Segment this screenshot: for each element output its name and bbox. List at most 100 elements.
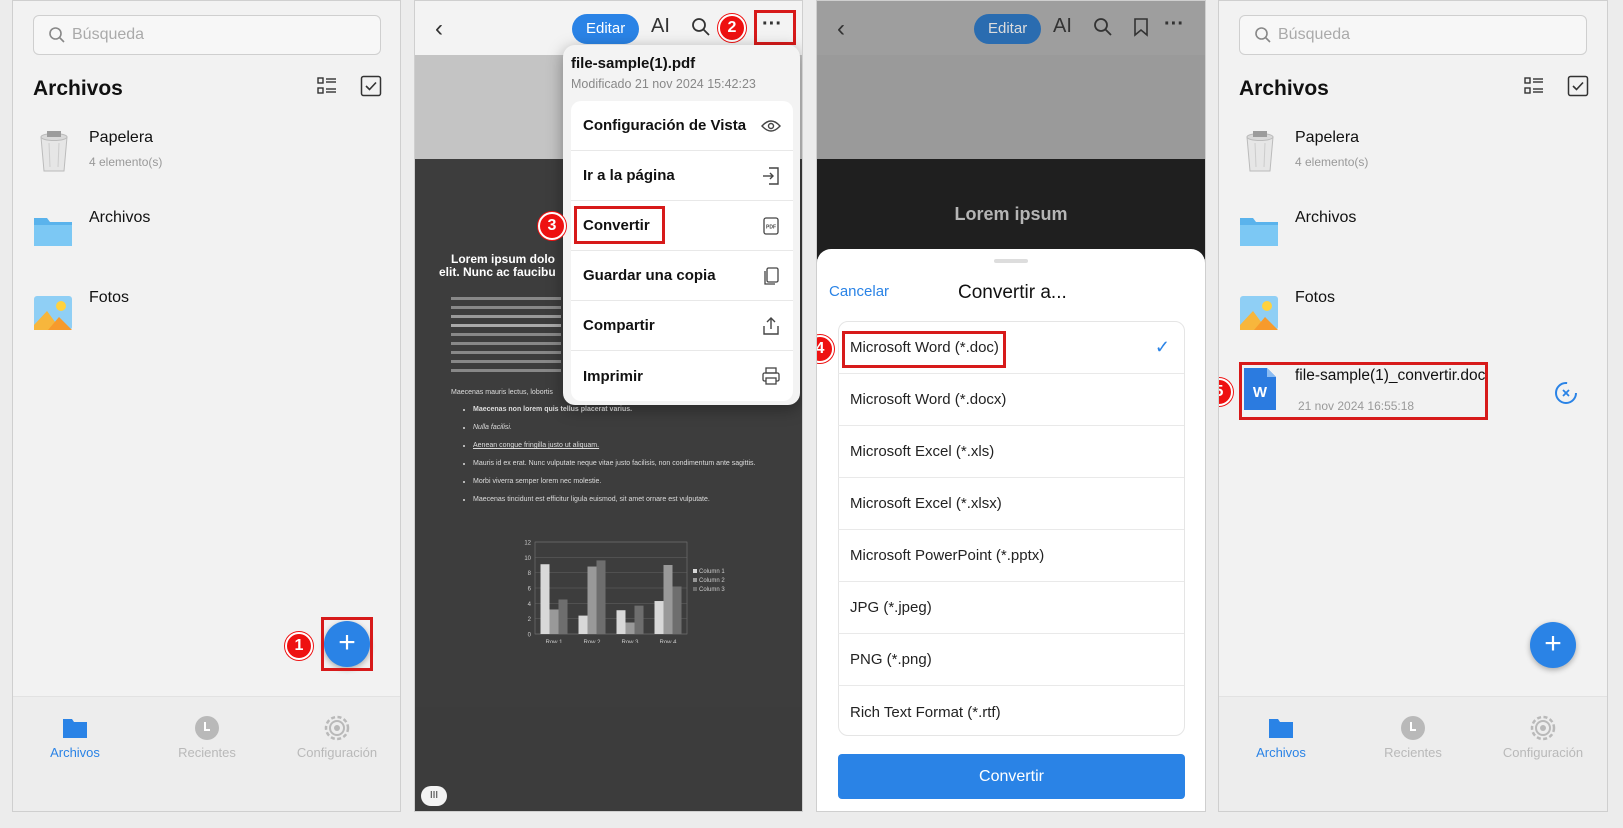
ai-button[interactable]: AI — [1053, 15, 1072, 38]
menu-label: Imprimir — [583, 367, 644, 385]
search-icon[interactable] — [1093, 17, 1113, 37]
bottom-nav: Archivos Recientes Configuración — [1219, 696, 1607, 811]
format-option[interactable]: Microsoft Word (*.doc) ✓ — [838, 322, 1184, 374]
menu-item-convert[interactable]: Convertir PDF — [571, 201, 793, 251]
item-count: 4 elemento(s) — [1295, 155, 1369, 169]
sheet-handle[interactable] — [994, 259, 1028, 263]
y-tick-label: 2 — [528, 617, 532, 623]
list-item-converted-file[interactable]: W file-sample(1)_convertir.doc 21 nov 20… — [1239, 367, 1589, 427]
search-input[interactable]: Búsqueda — [1239, 15, 1587, 55]
back-icon[interactable]: ‹ — [837, 15, 845, 43]
nav-label: Recientes — [178, 745, 236, 760]
photos-icon — [1240, 296, 1278, 330]
add-button[interactable]: + — [324, 621, 370, 667]
trash-icon — [40, 131, 68, 172]
y-tick-label: 4 — [528, 602, 532, 608]
legend-label: Column 1 — [699, 569, 725, 575]
eye-icon — [761, 119, 781, 132]
format-option-label: Microsoft PowerPoint (*.pptx) — [850, 547, 1045, 564]
nav-label: Configuración — [1502, 745, 1584, 760]
list-item[interactable]: Archivos — [33, 209, 383, 269]
select-checkbox-icon[interactable] — [1567, 75, 1589, 97]
format-option[interactable]: Microsoft Word (*.docx) — [838, 374, 1184, 426]
doc-paragraph-lines — [451, 297, 561, 378]
cancel-button[interactable]: Cancelar — [829, 283, 889, 300]
doc-bullet: Maecenas tincidunt est efficitur ligula … — [473, 495, 773, 504]
nav-archivos[interactable]: Archivos — [1221, 715, 1341, 760]
bar — [596, 560, 606, 634]
list-item[interactable]: Papelera 4 elemento(s) — [1239, 129, 1589, 189]
word-file-icon: W — [1244, 368, 1276, 410]
legend-swatch — [693, 569, 697, 573]
format-option[interactable]: Microsoft PowerPoint (*.pptx) — [838, 530, 1184, 582]
more-options-button[interactable]: ··· — [1164, 13, 1184, 36]
bar — [663, 565, 673, 634]
item-name: Archivos — [89, 209, 151, 226]
list-item[interactable]: Fotos — [33, 289, 383, 349]
menu-label: Convertir — [583, 217, 650, 234]
list-item[interactable]: Papelera 4 elemento(s) — [33, 129, 383, 189]
item-name: Archivos — [1295, 209, 1357, 226]
menu-item-go-to-page[interactable]: Ir a la página — [571, 151, 793, 201]
convert-button[interactable]: Convertir — [838, 754, 1185, 799]
format-option-label: Microsoft Excel (*.xls) — [850, 443, 995, 460]
ai-button[interactable]: AI — [651, 15, 670, 38]
bar — [558, 599, 568, 634]
doc-bullet: Aenean congue fringilla justo ut aliquam… — [473, 441, 773, 450]
bar — [578, 615, 588, 634]
nav-recientes[interactable]: Recientes — [1353, 715, 1473, 760]
sync-icon[interactable] — [1554, 381, 1578, 405]
format-option[interactable]: Microsoft Excel (*.xls) — [838, 426, 1184, 478]
format-option-label: Rich Text Format (*.rtf) — [850, 703, 1001, 721]
more-options-button[interactable]: ··· — [762, 13, 782, 36]
edit-button[interactable]: Editar — [974, 14, 1042, 44]
item-name: Fotos — [1295, 289, 1336, 306]
page-indicator[interactable]: III — [421, 786, 447, 806]
add-button[interactable]: + — [1530, 622, 1576, 668]
menu-item-print[interactable]: Imprimir — [571, 351, 793, 401]
select-checkbox-icon[interactable] — [360, 75, 382, 97]
gear-icon — [324, 715, 350, 741]
search-placeholder: Búsqueda — [72, 26, 145, 43]
list-item[interactable]: Fotos — [1239, 289, 1589, 349]
format-option[interactable]: Rich Text Format (*.rtf) — [838, 686, 1184, 738]
list-item[interactable]: Archivos — [1239, 209, 1589, 269]
files-panel-1: Búsqueda Archivos Papelera 4 elemento(s)… — [12, 0, 401, 812]
list-view-icon[interactable] — [316, 75, 338, 97]
legend-label: Column 3 — [699, 587, 725, 593]
format-option[interactable]: JPG (*.jpeg) — [838, 582, 1184, 634]
nav-configuracion[interactable]: Configuración — [277, 715, 397, 760]
back-icon[interactable]: ‹ — [435, 15, 443, 43]
search-icon[interactable] — [691, 17, 711, 37]
pdf-convert-icon: PDF — [763, 216, 779, 235]
nav-archivos[interactable]: Archivos — [15, 715, 135, 760]
legend-swatch — [693, 578, 697, 582]
folder-icon — [34, 218, 72, 246]
bookmark-icon[interactable] — [1132, 17, 1150, 37]
menu-item-save-copy[interactable]: Guardar una copia — [571, 251, 793, 301]
bar — [625, 622, 635, 634]
search-icon — [1255, 27, 1271, 43]
x-tick-label: Row 1 — [545, 640, 563, 643]
go-to-page-icon — [763, 166, 779, 185]
legend-label: Column 2 — [699, 578, 725, 584]
item-name: Papelera — [1295, 129, 1360, 146]
format-option[interactable]: PNG (*.png) — [838, 634, 1184, 686]
search-input[interactable]: Búsqueda — [33, 15, 381, 55]
nav-recientes[interactable]: Recientes — [147, 715, 267, 760]
page-title: Archivos — [1239, 77, 1329, 100]
format-option[interactable]: Microsoft Excel (*.xlsx) — [838, 478, 1184, 530]
menu-item-share[interactable]: Compartir — [571, 301, 793, 351]
nav-label: Configuración — [296, 745, 378, 760]
menu-item-view-settings[interactable]: Configuración de Vista — [571, 101, 793, 151]
nav-configuracion[interactable]: Configuración — [1483, 715, 1603, 760]
list-view-icon[interactable] — [1523, 75, 1545, 97]
y-tick-label: 12 — [524, 541, 531, 547]
edit-button[interactable]: Editar — [572, 14, 640, 44]
item-name: file-sample(1)_convertir.doc — [1295, 367, 1486, 384]
x-tick-label: Row 2 — [583, 640, 601, 643]
bar — [616, 610, 626, 634]
x-tick-label: Row 3 — [621, 640, 639, 643]
convert-panel: ‹ Editar AI ··· Lorem ipsum Cancelar Con… — [816, 0, 1206, 812]
nav-label: Archivos — [50, 745, 100, 760]
